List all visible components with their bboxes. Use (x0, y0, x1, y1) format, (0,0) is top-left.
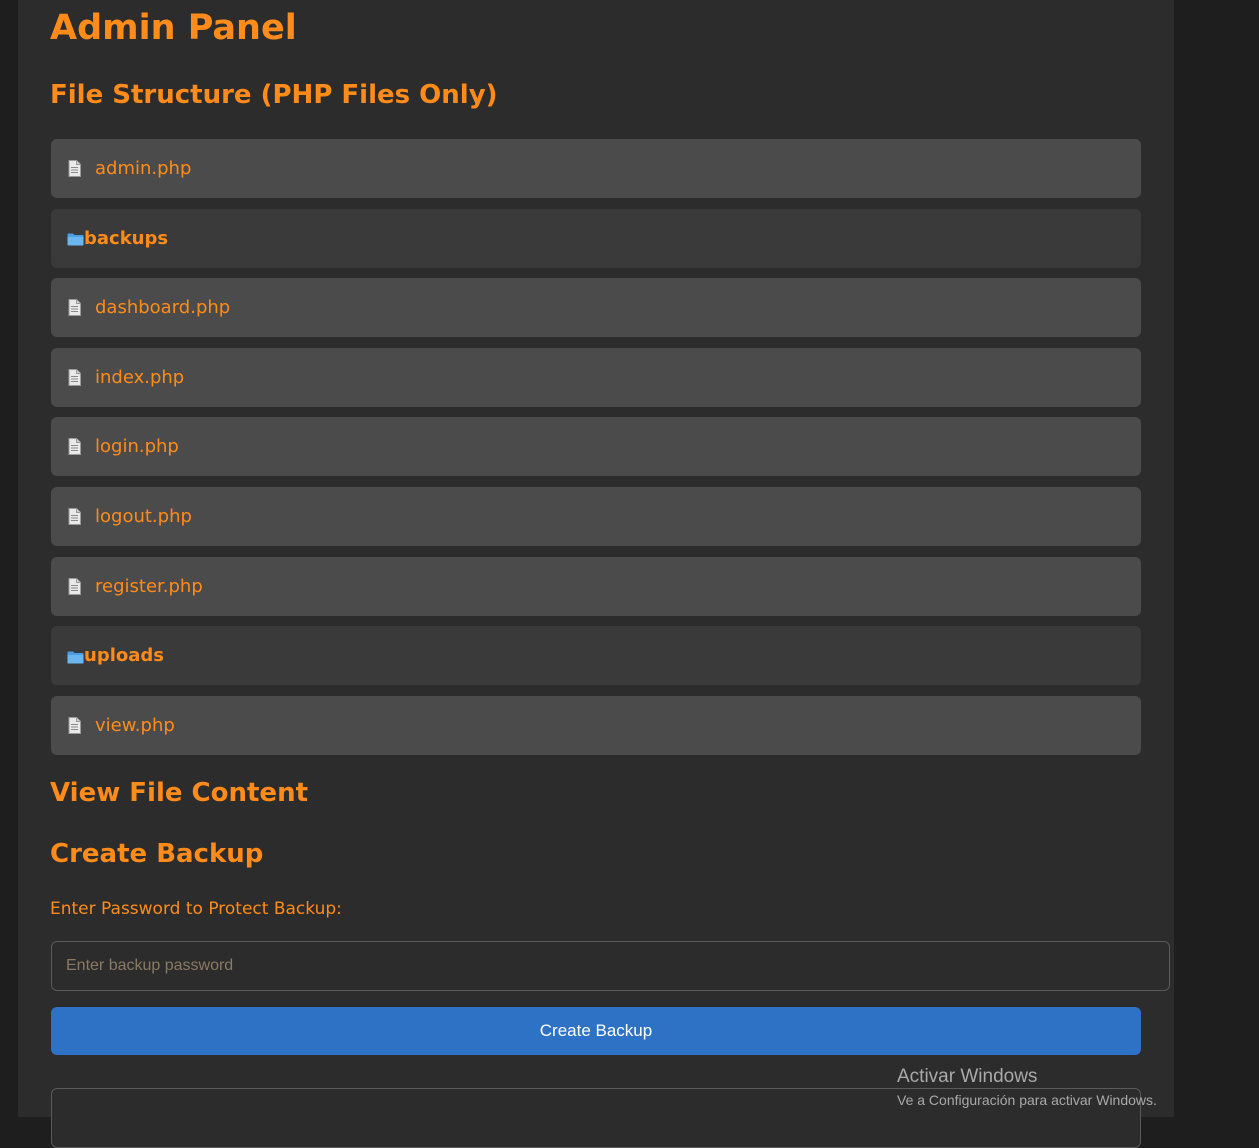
file-row-view[interactable]: view.php (51, 695, 1141, 755)
file-name: view.php (95, 714, 175, 736)
backup-password-label: Enter Password to Protect Backup: (50, 899, 342, 919)
folder-row-backups[interactable]: backups (51, 208, 1141, 268)
folder-icon (67, 231, 84, 246)
file-row-index[interactable]: index.php (51, 347, 1141, 407)
folder-name: backups (84, 227, 169, 249)
document-icon (67, 438, 82, 456)
file-row-dashboard[interactable]: dashboard.php (51, 278, 1141, 338)
admin-panel: Admin Panel File Structure (PHP Files On… (18, 0, 1174, 1148)
document-icon (67, 160, 82, 177)
document-icon (67, 716, 82, 734)
document-icon (67, 368, 82, 386)
file-row-register[interactable]: register.php (51, 556, 1141, 616)
file-name: register.php (95, 575, 203, 597)
folder-icon (67, 649, 84, 664)
view-file-content-heading: View File Content (50, 778, 309, 808)
backup-output-box (51, 1088, 1141, 1148)
folder-name: uploads (84, 645, 164, 667)
file-list: admin.php backups dashboard.php index.ph… (51, 139, 1141, 765)
page-title: Admin Panel (50, 8, 297, 48)
document-icon (67, 507, 82, 525)
file-name: dashboard.php (95, 297, 231, 319)
file-row-login[interactable]: login.php (51, 417, 1141, 477)
file-structure-heading: File Structure (PHP Files Only) (50, 80, 498, 110)
folder-row-uploads[interactable]: uploads (51, 626, 1141, 686)
create-backup-heading: Create Backup (50, 839, 264, 869)
create-backup-button[interactable]: Create Backup (51, 1007, 1141, 1055)
file-name: admin.php (95, 158, 192, 179)
document-icon (67, 577, 82, 595)
backup-password-input[interactable] (51, 941, 1170, 991)
file-row-admin[interactable]: admin.php (51, 139, 1141, 198)
file-name: logout.php (95, 505, 192, 527)
document-icon (67, 299, 82, 317)
file-name: login.php (95, 436, 179, 458)
file-name: index.php (95, 366, 185, 388)
file-row-logout[interactable]: logout.php (51, 486, 1141, 546)
